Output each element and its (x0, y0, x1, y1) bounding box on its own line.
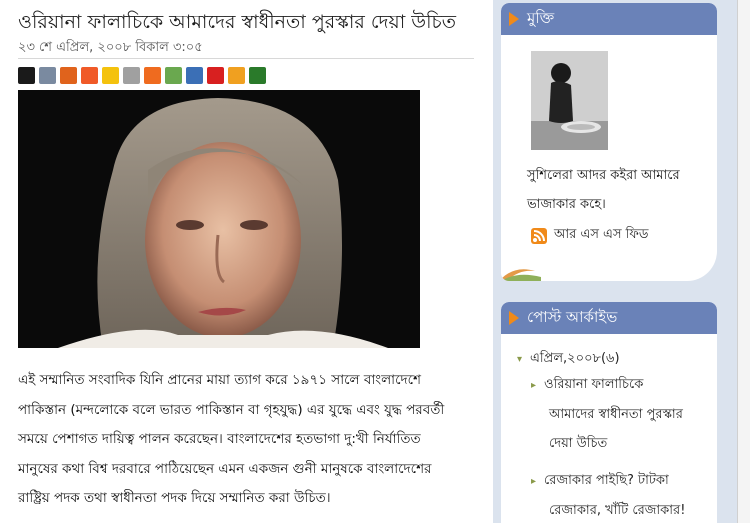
archive-post-line: রেজাকার পাইছি? টাটকা (544, 473, 669, 488)
arrow-icon (509, 12, 519, 26)
profile-widget-title: মুক্তি (527, 8, 555, 27)
archive-post-line: আমাদের স্বাধীনতা পুরস্কার (549, 407, 683, 422)
scrollbar[interactable] (737, 0, 750, 523)
arrow-icon (509, 311, 519, 325)
profile-bio: সুশিলেরা আদর কইরা আমারে ভাজাকার কহে। (527, 161, 712, 219)
archive-widget-title: পোস্ট আর্কাইভ (527, 307, 618, 326)
profile-widget: মুক্তি সুশিলেরা আদর কইরা আমারে ভাজাকার ক… (501, 3, 717, 281)
archive-post-link[interactable]: ▸ রেজাকার পাইছি? টাটকা রেজাকার, খাঁটি রেজ… (531, 466, 685, 525)
favorites-icon[interactable] (102, 67, 119, 84)
profile-bio-line: ভাজাকার কহে। (527, 197, 606, 212)
archive-post-line: রেজাকার, খাঁটি রেজাকার! (549, 503, 686, 518)
post-body: এই সম্মানিত সংবাদিক যিনি প্রানের মায়া ত… (18, 366, 486, 514)
rss-label: আর এস এস ফিড (554, 227, 649, 242)
sidebar: মুক্তি সুশিলেরা আদর কইরা আমারে ভাজাকার ক… (493, 0, 750, 532)
stumble-icon[interactable] (144, 67, 161, 84)
post-body-line: এই সম্মানিত সংবাদিক যিনি প্রানের মায়া ত… (18, 372, 422, 388)
bullet-icon: ▸ (531, 380, 537, 391)
archive-post-line: দেয়া উচিত (549, 436, 608, 451)
profile-widget-header: মুক্তি (501, 3, 717, 35)
alien-icon[interactable] (123, 67, 140, 84)
post-body-line: সময়ে পেশাগত দায়িত্ব পালন করেছেন। বাংলা… (18, 431, 421, 447)
bullet-icon: ▸ (531, 476, 537, 487)
bookmark-icon[interactable] (249, 67, 266, 84)
profile-bio-line: সুশিলেরা আদর কইরা আমারে (527, 168, 680, 183)
post-body-line: পাকিস্তান (মন্দলোকে বলে ভারত পাকিস্তান ব… (18, 401, 445, 418)
archive-post-line: ওরিয়ানা ফালাচিকে (544, 377, 644, 392)
archive-post-link[interactable]: ▸ ওরিয়ানা ফালাচিকে আমাদের স্বাধীনতা পুরস… (531, 370, 683, 458)
rss-feed-link[interactable]: আর এস এস ফিড (531, 225, 648, 246)
windows-icon[interactable] (186, 67, 203, 84)
post-body-line: মানুষের কথা বিশ্ব দরবারে পাঠিয়েছেন এমন … (18, 460, 432, 477)
facebook-icon[interactable] (60, 67, 77, 84)
delicious-icon[interactable] (18, 67, 35, 84)
archive-widget: পোস্ট আর্কাইভ ▾ এপ্রিল,২০০৮(৬) ▸ ওরিয়ানা … (501, 302, 717, 532)
rss-icon (531, 227, 547, 244)
post-body-line: রাষ্ট্রিয় পদক তথা স্বাধীনতা পদক দিয়ে স… (18, 490, 331, 506)
archive-month-label: এপ্রিল,২০০৮(৬) (530, 351, 620, 366)
title-divider (18, 58, 474, 59)
swoosh-decoration (501, 269, 541, 281)
reddit-icon[interactable] (81, 67, 98, 84)
grid-icon[interactable] (228, 67, 245, 84)
archive-widget-header: পোস্ট আর্কাইভ (501, 302, 717, 334)
bubble-icon[interactable] (165, 67, 182, 84)
post-photo (18, 90, 420, 348)
digg-icon[interactable] (39, 67, 56, 84)
avatar[interactable] (531, 51, 608, 150)
bullet-icon: ▾ (517, 354, 523, 365)
post-title[interactable]: ওরিয়ানা ফালাচিকে আমাদের স্বাধীনতা পুরস্… (18, 8, 488, 40)
post-column: ওরিয়ানা ফালাচিকে আমাদের স্বাধীনতা পুরস্… (0, 0, 493, 523)
post-date: ২৩ শে এপ্রিল, ২০০৮ বিকাল ৩:০৫ (18, 40, 203, 55)
share-toolbar (18, 67, 266, 89)
yahoo-icon[interactable] (207, 67, 224, 84)
